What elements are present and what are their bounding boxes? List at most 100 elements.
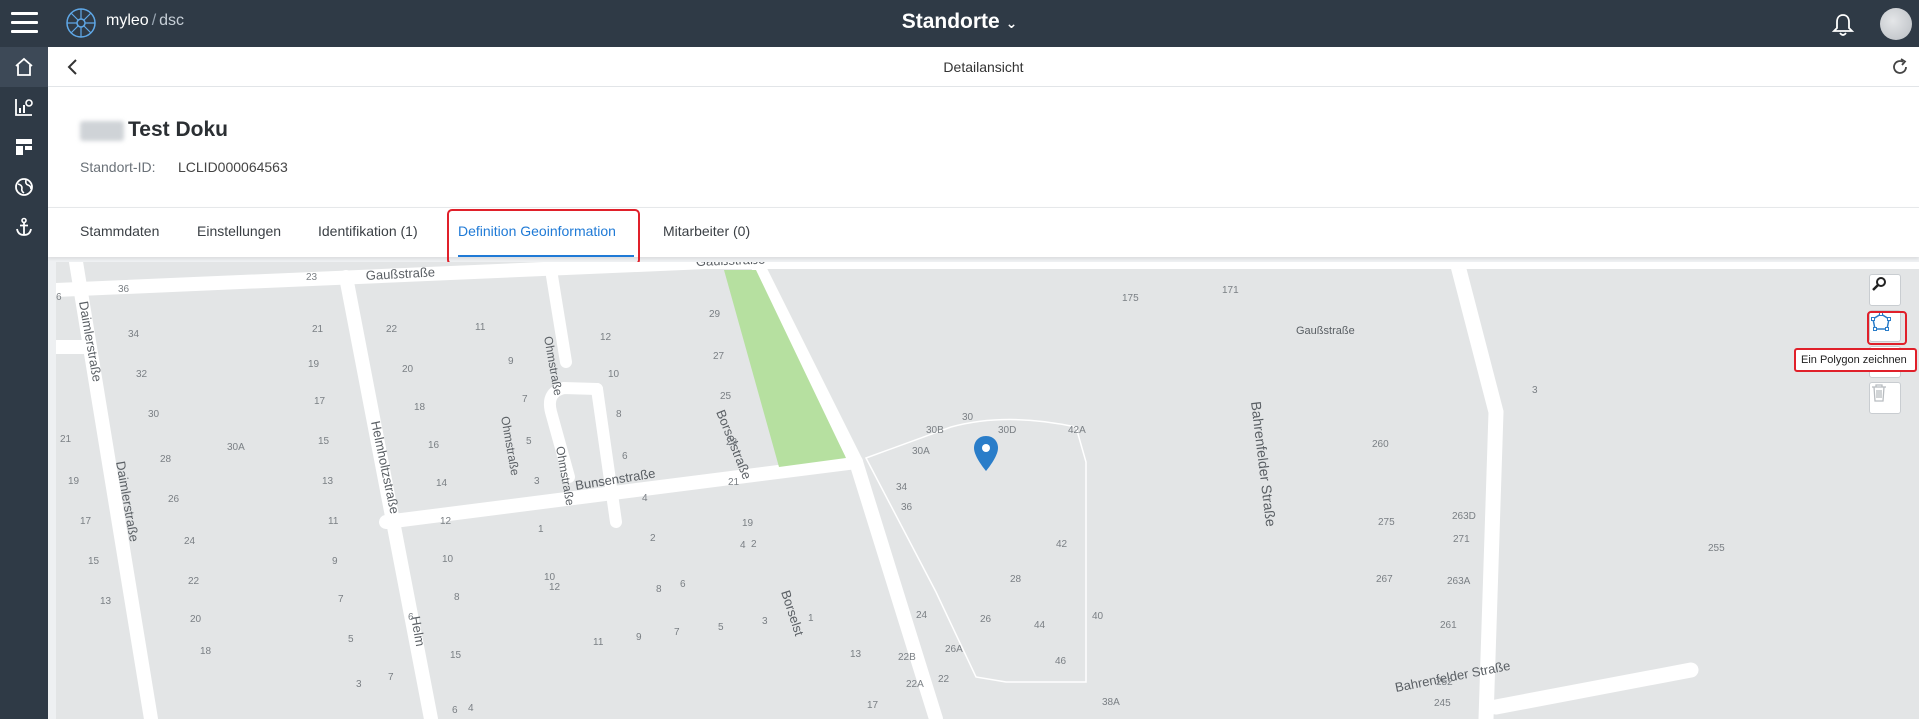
- map-canvas[interactable]: GaußstraßeGaußstraßeDaimlerstraßeDaimler…: [56, 262, 1919, 719]
- house-number-label: 4: [468, 703, 474, 714]
- house-number-label: 20: [402, 364, 414, 375]
- hamburger-menu-icon[interactable]: [11, 12, 38, 34]
- house-number-label: 7: [388, 672, 394, 683]
- house-number-label: 21: [312, 324, 324, 335]
- tab-bar: Stammdaten Einstellungen Identifikation …: [48, 207, 1919, 257]
- house-number-label: 16: [428, 440, 440, 451]
- site-id-value: LCLID000064563: [178, 159, 288, 175]
- house-number-label: 252: [1436, 677, 1453, 688]
- house-number-label: 30B: [926, 425, 944, 436]
- house-number-label: 28: [1010, 574, 1022, 585]
- house-number-label: 1: [808, 613, 814, 624]
- house-number-label: 11: [475, 322, 486, 333]
- site-name: Test Doku: [128, 118, 228, 141]
- analytics-icon: [15, 99, 33, 116]
- street-label: Gaußstraße: [1296, 325, 1355, 337]
- anchor-icon: [16, 217, 32, 236]
- house-number-label: 6: [56, 292, 62, 303]
- draw-polygon-button[interactable]: [1869, 310, 1901, 342]
- tab-stammdaten[interactable]: Stammdaten: [80, 223, 159, 239]
- house-number-label: 263A: [1447, 576, 1471, 587]
- house-number-label: 46: [1055, 656, 1067, 667]
- house-number-label: 3: [762, 616, 768, 627]
- house-number-label: 22: [386, 324, 398, 335]
- page-title: Standorte ⌄: [0, 10, 1919, 34]
- house-number-label: 5: [526, 436, 532, 447]
- site-id-label: Standort-ID:: [80, 159, 156, 175]
- house-number-label: 22: [938, 674, 950, 685]
- house-number-label: 6: [680, 579, 686, 590]
- house-number-label: 17: [80, 516, 92, 527]
- tab-mitarbeiter[interactable]: Mitarbeiter (0): [663, 223, 750, 239]
- sidebar-item-globe[interactable]: [0, 167, 48, 207]
- house-number-label: 44: [1034, 620, 1046, 631]
- house-number-label: 24: [184, 536, 196, 547]
- house-number-label: 42A: [1068, 425, 1086, 436]
- house-number-label: 42: [1056, 539, 1068, 550]
- house-number-label: 13: [322, 476, 334, 487]
- sidebar-item-anchor[interactable]: [0, 207, 48, 247]
- house-number-label: 11: [593, 637, 604, 648]
- house-number-label: 26A: [945, 644, 963, 655]
- sidebar-item-analytics[interactable]: [0, 87, 48, 127]
- map-view[interactable]: GaußstraßeGaußstraßeDaimlerstraßeDaimler…: [56, 262, 1919, 719]
- tab-definition-geoinformation[interactable]: Definition Geoinformation: [458, 223, 616, 239]
- house-number-label: 13: [850, 649, 862, 660]
- house-number-label: 267: [1376, 574, 1393, 585]
- house-number-label: 15: [318, 436, 330, 447]
- location-switcher[interactable]: Standorte ⌄: [902, 10, 1018, 33]
- house-number-label: 263D: [1452, 511, 1476, 522]
- house-number-label: 36: [118, 284, 130, 295]
- tab-einstellungen[interactable]: Einstellungen: [197, 223, 281, 239]
- house-number-label: 24: [916, 610, 928, 621]
- delete-layers-button[interactable]: [1869, 382, 1901, 414]
- house-number-label: 5: [348, 634, 354, 645]
- sidebar-item-dashboard[interactable]: [0, 127, 48, 167]
- house-number-label: 3: [534, 476, 540, 487]
- map-search-button[interactable]: [1869, 274, 1901, 306]
- house-number-label: 34: [896, 482, 908, 493]
- sidebar-item-home[interactable]: [0, 47, 48, 87]
- house-number-label: 14: [436, 478, 448, 489]
- polygon-tooltip: Ein Polygon zeichnen: [1794, 348, 1917, 372]
- street-label: Ohmstraße: [498, 415, 522, 477]
- top-bar: myleo / dsc Standorte ⌄: [0, 0, 1919, 47]
- house-number-label: 3: [356, 679, 362, 690]
- house-number-label: 261: [1440, 620, 1457, 631]
- polygon-draw-icon: [1871, 312, 1891, 331]
- refresh-icon[interactable]: [1890, 57, 1910, 77]
- house-number-label: 21: [728, 477, 740, 488]
- house-number-label: 28: [160, 454, 172, 465]
- home-icon: [15, 57, 33, 76]
- house-number-label: 32: [136, 369, 148, 380]
- tab-identifikation[interactable]: Identifikation (1): [318, 223, 418, 239]
- house-number-label: 271: [1453, 534, 1470, 545]
- house-number-label: 19: [742, 518, 754, 529]
- house-number-label: 3: [1532, 385, 1538, 396]
- house-number-label: 17: [314, 396, 326, 407]
- sidebar: [0, 47, 48, 719]
- house-number-label: 255: [1708, 543, 1725, 554]
- bell-icon[interactable]: [1830, 12, 1856, 38]
- avatar[interactable]: [1880, 8, 1912, 40]
- house-number-label: 13: [100, 596, 112, 607]
- house-number-label: 11: [328, 516, 339, 527]
- redacted-text: [80, 121, 124, 141]
- house-number-label: 22: [188, 576, 200, 587]
- house-number-label: 20: [190, 614, 202, 625]
- house-number-label: 15: [450, 650, 462, 661]
- house-number-label: 5: [718, 622, 724, 633]
- house-number-label: 26: [980, 614, 992, 625]
- brand-name: myleo / dsc: [106, 12, 185, 29]
- house-number-label: 4: [740, 540, 746, 551]
- house-number-label: 171: [1222, 285, 1239, 296]
- house-number-label: 2: [650, 533, 656, 544]
- house-number-label: 9: [508, 356, 514, 367]
- house-number-label: 8: [656, 584, 662, 595]
- house-number-label: 8: [454, 592, 460, 603]
- house-number-label: 29: [709, 309, 721, 320]
- house-number-label: 30A: [227, 442, 245, 453]
- dashboard-icon: [16, 139, 32, 155]
- location-pin-icon[interactable]: [972, 435, 1000, 475]
- house-number-label: 9: [332, 556, 338, 567]
